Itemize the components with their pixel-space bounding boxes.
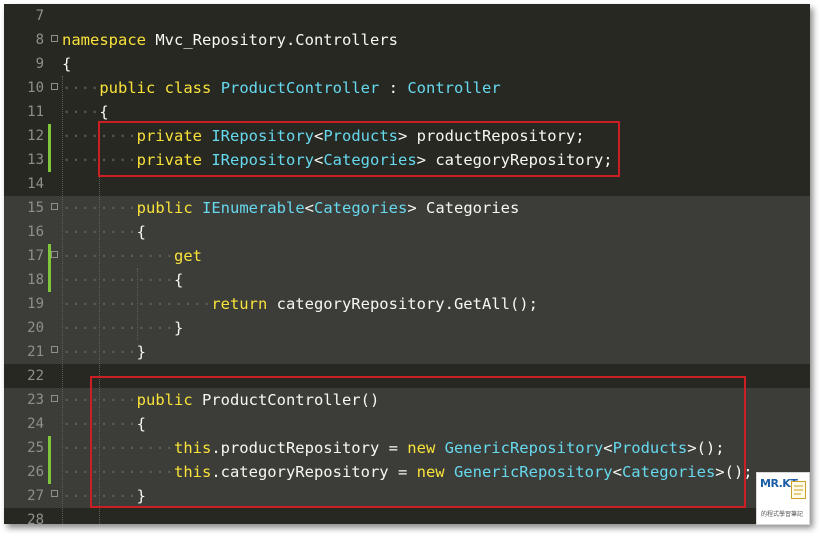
whitespace-dots: ············	[62, 319, 174, 337]
code-token: return	[211, 295, 268, 313]
line-number: 28	[27, 512, 44, 524]
code-token: :	[379, 79, 408, 97]
line-number: 24	[27, 416, 44, 432]
whitespace-dots: ············	[62, 247, 174, 265]
whitespace-dots: ····	[62, 79, 100, 97]
line-number: 9	[35, 56, 44, 72]
line-number: 12	[27, 128, 44, 144]
code-token: > Categories	[407, 199, 520, 217]
code-token: get	[173, 247, 202, 265]
field-declarations-highlight-box	[98, 121, 620, 177]
line-number: 27	[27, 488, 44, 504]
code-text: ············}	[62, 316, 183, 340]
code-line[interactable]: 17 ············get	[4, 244, 810, 268]
indent-guide	[62, 76, 63, 524]
code-line[interactable]: 7	[4, 4, 810, 28]
code-text: {	[62, 52, 71, 76]
code-token: }	[136, 343, 146, 361]
code-token: Categories	[314, 199, 408, 217]
code-text: ················return categoryRepositor…	[62, 292, 538, 316]
code-token: {	[173, 271, 184, 289]
whitespace-dots: ············	[62, 271, 174, 289]
code-editor[interactable]: 7 8 namespace Mvc_Repository.Controllers 9{…	[4, 4, 810, 524]
code-token: Controller	[407, 79, 501, 97]
line-number: 11	[27, 104, 44, 120]
code-text: namespace Mvc_Repository.Controllers	[62, 28, 398, 52]
code-token: }	[173, 319, 184, 337]
code-text: ········}	[62, 340, 146, 364]
line-number: 16	[27, 224, 44, 240]
indent-guide	[136, 268, 138, 340]
modified-line-marker	[48, 268, 51, 292]
code-line[interactable]: 28	[4, 508, 810, 524]
whitespace-dots: ····	[62, 103, 100, 121]
code-token: IEnumerable	[202, 199, 305, 217]
code-token: public	[136, 199, 193, 217]
code-line[interactable]: 18 ············{	[4, 268, 810, 292]
line-number: 14	[27, 176, 44, 192]
line-number: 13	[27, 152, 44, 168]
line-number: 10	[27, 80, 44, 96]
code-text: ········public IEnumerable<Categories> C…	[62, 196, 519, 220]
code-line[interactable]: 19 ················return categoryReposit…	[4, 292, 810, 316]
line-number: 22	[27, 368, 44, 384]
line-number: 15	[27, 200, 44, 216]
code-text: ····public class ProductController : Con…	[62, 76, 501, 100]
line-number: 7	[35, 8, 44, 24]
code-line[interactable]: 21 ········}	[4, 340, 810, 364]
modified-line-marker	[48, 124, 51, 148]
code-line[interactable]: 9{	[4, 52, 810, 76]
fold-marker-icon[interactable]	[51, 346, 58, 353]
line-number: 17	[27, 248, 44, 264]
modified-line-marker	[48, 436, 51, 460]
code-line[interactable]: 15 ········public IEnumerable<Categories>…	[4, 196, 810, 220]
code-line[interactable]: 20 ············}	[4, 316, 810, 340]
code-token: {	[136, 223, 146, 241]
line-number: 21	[27, 344, 44, 360]
line-number: 8	[35, 32, 44, 48]
code-token: namespace	[62, 31, 146, 49]
code-token: {	[99, 103, 109, 121]
code-token: class	[164, 79, 212, 97]
constructor-highlight-box	[90, 376, 746, 508]
line-number: 23	[27, 392, 44, 408]
code-token: <	[304, 199, 314, 217]
code-text: ············get	[62, 244, 202, 268]
watermark-logo: MR.KT 的程式學習筆記	[756, 472, 810, 525]
fold-marker-icon[interactable]	[51, 395, 58, 402]
code-line[interactable]: 16 ········{	[4, 220, 810, 244]
watermark-subtitle: 的程式學習筆記	[761, 511, 804, 518]
fold-marker-icon[interactable]	[51, 35, 58, 42]
line-number: 25	[27, 440, 44, 456]
fold-marker-icon[interactable]	[51, 490, 58, 497]
line-number: 26	[27, 464, 44, 480]
code-text: ········{	[62, 220, 146, 244]
code-token: Mvc_Repository.Controllers	[146, 31, 398, 49]
code-token: ProductController	[220, 79, 380, 97]
code-text: ············{	[62, 268, 183, 292]
code-line[interactable]: 8 namespace Mvc_Repository.Controllers	[4, 28, 810, 52]
line-number: 20	[27, 320, 44, 336]
fold-marker-icon[interactable]	[51, 251, 58, 258]
notebook-icon	[791, 481, 806, 499]
code-token: public	[99, 79, 156, 97]
modified-line-marker	[48, 460, 51, 484]
fold-marker-icon[interactable]	[51, 83, 58, 90]
code-token: {	[62, 55, 72, 73]
fold-marker-icon[interactable]	[51, 203, 58, 210]
code-token: categoryRepository.GetAll();	[267, 295, 538, 313]
line-number: 19	[27, 296, 44, 312]
code-line[interactable]: 10 ····public class ProductController : C…	[4, 76, 810, 100]
line-number: 18	[27, 272, 44, 288]
modified-line-marker	[48, 148, 51, 172]
